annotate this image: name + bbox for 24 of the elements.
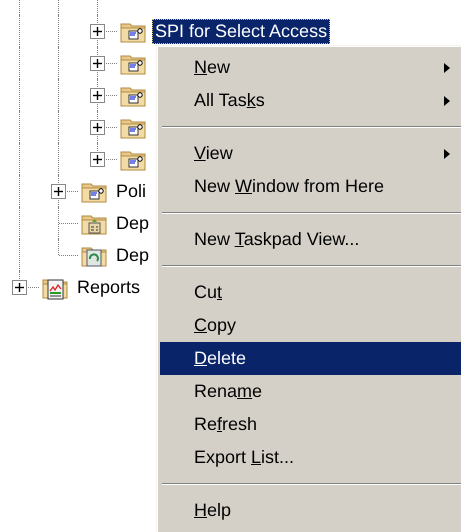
tree-item[interactable]: SPI for Select Access — [152, 18, 330, 44]
menu-item[interactable]: Help — [160, 494, 461, 527]
tree-item[interactable]: Dep — [113, 210, 152, 236]
menu-item[interactable]: Cut — [160, 276, 461, 309]
expand-toggle[interactable] — [90, 120, 105, 135]
tree-item[interactable]: Poli — [113, 178, 150, 204]
expand-toggle[interactable] — [90, 152, 105, 167]
expand-toggle[interactable] — [90, 56, 105, 71]
menu-item[interactable]: All Tasks — [160, 84, 461, 117]
menu-item[interactable]: New Taskpad View... — [160, 223, 461, 256]
expand-toggle[interactable] — [90, 24, 105, 39]
tree-item[interactable]: Reports — [74, 274, 144, 300]
menu-item[interactable]: Delete — [160, 342, 461, 375]
menu-item[interactable]: Export List... — [160, 441, 461, 474]
menu-item[interactable]: New Window from Here — [160, 170, 461, 203]
menu-item[interactable]: New — [160, 51, 461, 84]
expand-toggle[interactable] — [90, 88, 105, 103]
menu-item[interactable]: View — [160, 137, 461, 170]
menu-item[interactable]: Copy — [160, 309, 461, 342]
tree-item[interactable]: Dep — [113, 242, 152, 268]
menu-item[interactable]: Rename — [160, 375, 461, 408]
expand-toggle[interactable] — [12, 280, 27, 295]
menu-item[interactable]: Refresh — [160, 408, 461, 441]
expand-toggle[interactable] — [51, 184, 66, 199]
